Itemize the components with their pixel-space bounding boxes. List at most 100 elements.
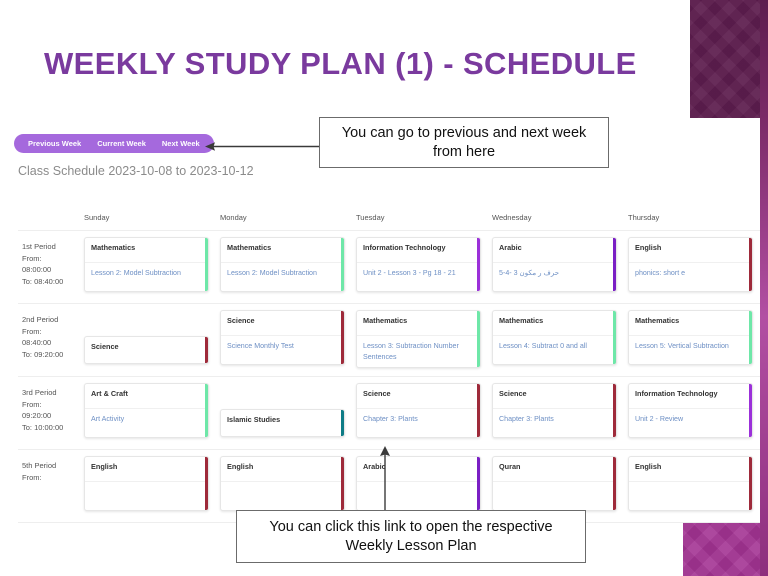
period-label: 5th Period	[22, 461, 57, 470]
lesson-plan-link[interactable]	[493, 482, 616, 492]
lesson-card[interactable]: Mathematics Lesson 2: Model Subtraction	[220, 237, 345, 292]
lesson-plan-link[interactable]: Unit 2 - Lesson 3 - Pg 18 - 21	[357, 263, 480, 284]
subject-accent-bar	[204, 384, 208, 437]
previous-week-button[interactable]: Previous Week	[20, 137, 89, 150]
period-from-time: 09:20:00	[22, 411, 52, 420]
period-time-cell: 2nd Period From: 08:40:00 To: 09:20:00	[18, 310, 80, 376]
lesson-card-subject: Mathematics	[357, 311, 480, 336]
period-time-cell: 1st Period From: 08:00:00 To: 08:40:00	[18, 237, 80, 303]
annotation-box-lesson-link: You can click this link to open the resp…	[236, 510, 586, 563]
subject-accent-bar	[748, 457, 752, 510]
next-week-button[interactable]: Next Week	[154, 137, 208, 150]
subject-accent-bar	[340, 238, 344, 291]
lesson-card[interactable]: Quran	[492, 456, 617, 511]
lesson-plan-link[interactable]: Lesson 2: Model Subtraction	[85, 263, 208, 284]
lesson-plan-link[interactable]: حرف ر مكون 3 -4-5	[493, 263, 616, 284]
subject-accent-bar	[612, 311, 616, 364]
lesson-card-subject: Science	[493, 384, 616, 409]
subject-accent-bar	[340, 457, 344, 510]
lesson-card[interactable]: Science Science Monthly Test	[220, 310, 345, 365]
lesson-plan-link[interactable]: Lesson 3: Subtraction Number Sentences	[357, 336, 480, 367]
day-cell: Arabic حرف ر مكون 3 -4-5	[488, 237, 624, 303]
period-to-time: To: 08:40:00	[22, 276, 64, 286]
lesson-card[interactable]: Arabic حرف ر مكون 3 -4-5	[492, 237, 617, 292]
lesson-card-subject: Science	[357, 384, 480, 409]
subject-accent-bar	[612, 238, 616, 291]
header-day-thursday: Thursday	[628, 213, 660, 222]
current-week-button[interactable]: Current Week	[89, 137, 154, 150]
day-cell: Information Technology Unit 2 - Review	[624, 383, 760, 449]
lesson-card-subject: Information Technology	[357, 238, 480, 263]
lesson-card[interactable]: Mathematics Lesson 2: Model Subtraction	[84, 237, 209, 292]
lesson-card[interactable]: Information Technology Unit 2 - Lesson 3 …	[356, 237, 481, 292]
day-cell: Science Chapter 3: Plants	[352, 383, 488, 449]
lesson-plan-link[interactable]: Unit 2 - Review	[629, 409, 752, 430]
day-cell: Mathematics Lesson 5: Vertical Subtractio…	[624, 310, 760, 376]
header-day-tuesday: Tuesday	[356, 213, 385, 222]
page-title: WEEKLY STUDY PLAN (1) - SCHEDULE	[44, 46, 637, 81]
subject-accent-bar	[476, 238, 480, 291]
lesson-plan-link[interactable]: Lesson 5: Vertical Subtraction	[629, 336, 752, 357]
period-time-cell: 5th Period From:	[18, 456, 80, 522]
lesson-plan-link[interactable]	[629, 482, 752, 492]
period-from-label: From:	[22, 253, 42, 263]
day-cell: Mathematics Lesson 2: Model Subtraction	[216, 237, 352, 303]
lesson-card[interactable]: Science Chapter 3: Plants	[356, 383, 481, 438]
lesson-card[interactable]: Science Chapter 3: Plants	[492, 383, 617, 438]
lesson-card[interactable]: Mathematics Lesson 3: Subtraction Number …	[356, 310, 481, 368]
period-label: 1st Period	[22, 242, 56, 251]
lesson-card-subject: Information Technology	[629, 384, 752, 409]
lesson-plan-link[interactable]: Lesson 2: Model Subtraction	[221, 263, 344, 284]
lesson-card[interactable]: English	[84, 456, 209, 511]
lesson-card-subject: English	[629, 238, 752, 263]
lesson-card[interactable]: Mathematics Lesson 5: Vertical Subtractio…	[628, 310, 753, 365]
lesson-card-subject: Science	[221, 311, 344, 336]
subject-accent-bar	[748, 238, 752, 291]
period-from-label: From:	[22, 472, 42, 482]
annotation-box-week-nav: You can go to previous and next week fro…	[319, 117, 609, 168]
day-cell: Science Science Monthly Test	[216, 310, 352, 376]
subject-accent-bar	[340, 311, 344, 364]
lesson-card-subject: Arabic	[493, 238, 616, 263]
schedule-caption: Class Schedule 2023-10-08 to 2023-10-12	[18, 164, 254, 178]
lesson-plan-link[interactable]: Chapter 3: Plants	[493, 409, 616, 430]
lesson-card[interactable]: Information Technology Unit 2 - Review	[628, 383, 753, 438]
subject-accent-bar	[748, 311, 752, 364]
lesson-plan-link[interactable]: Chapter 3: Plants	[357, 409, 480, 430]
subject-accent-bar	[612, 457, 616, 510]
lesson-card[interactable]: English	[220, 456, 345, 511]
day-cell: Islamic Studies	[216, 383, 352, 449]
annotation-arrow-vertical	[380, 446, 390, 512]
lesson-card[interactable]: English phonics: short e	[628, 237, 753, 292]
period-from-label: From:	[22, 399, 42, 409]
subject-accent-bar	[340, 410, 344, 436]
lesson-card-subject: English	[629, 457, 752, 482]
lesson-plan-link[interactable]: phonics: short e	[629, 263, 752, 284]
annotation-arrow-horizontal	[205, 142, 319, 151]
lesson-card[interactable]: English	[628, 456, 753, 511]
lesson-plan-link[interactable]: Lesson 4: Subtract 0 and all	[493, 336, 616, 357]
lesson-card-subject: Art & Craft	[85, 384, 208, 409]
period-from-label: From:	[22, 326, 42, 336]
lesson-plan-link[interactable]: Art Activity	[85, 409, 208, 430]
lesson-card[interactable]: Mathematics Lesson 4: Subtract 0 and all	[492, 310, 617, 365]
day-cell: Mathematics Lesson 3: Subtraction Number …	[352, 310, 488, 376]
lesson-card[interactable]: Art & Craft Art Activity	[84, 383, 209, 438]
decorative-block-top-right	[690, 0, 768, 118]
day-cell: English phonics: short e	[624, 237, 760, 303]
lesson-plan-link[interactable]	[85, 482, 208, 492]
header-day-monday: Monday	[220, 213, 247, 222]
lesson-plan-link[interactable]	[221, 482, 344, 492]
header-day-wednesday: Wednesday	[492, 213, 532, 222]
day-cell: English	[80, 456, 216, 522]
day-cell: English	[624, 456, 760, 522]
period-label: 2nd Period	[22, 315, 59, 324]
lesson-card[interactable]: Islamic Studies	[220, 409, 345, 437]
subject-accent-bar	[476, 457, 480, 510]
subject-accent-bar	[204, 238, 208, 291]
lesson-card[interactable]: Science	[84, 336, 209, 364]
lesson-card-subject: English	[221, 457, 344, 482]
subject-accent-bar	[612, 384, 616, 437]
lesson-plan-link[interactable]: Science Monthly Test	[221, 336, 344, 357]
schedule-table-header: Sunday Monday Tuesday Wednesday Thursday	[18, 205, 760, 231]
